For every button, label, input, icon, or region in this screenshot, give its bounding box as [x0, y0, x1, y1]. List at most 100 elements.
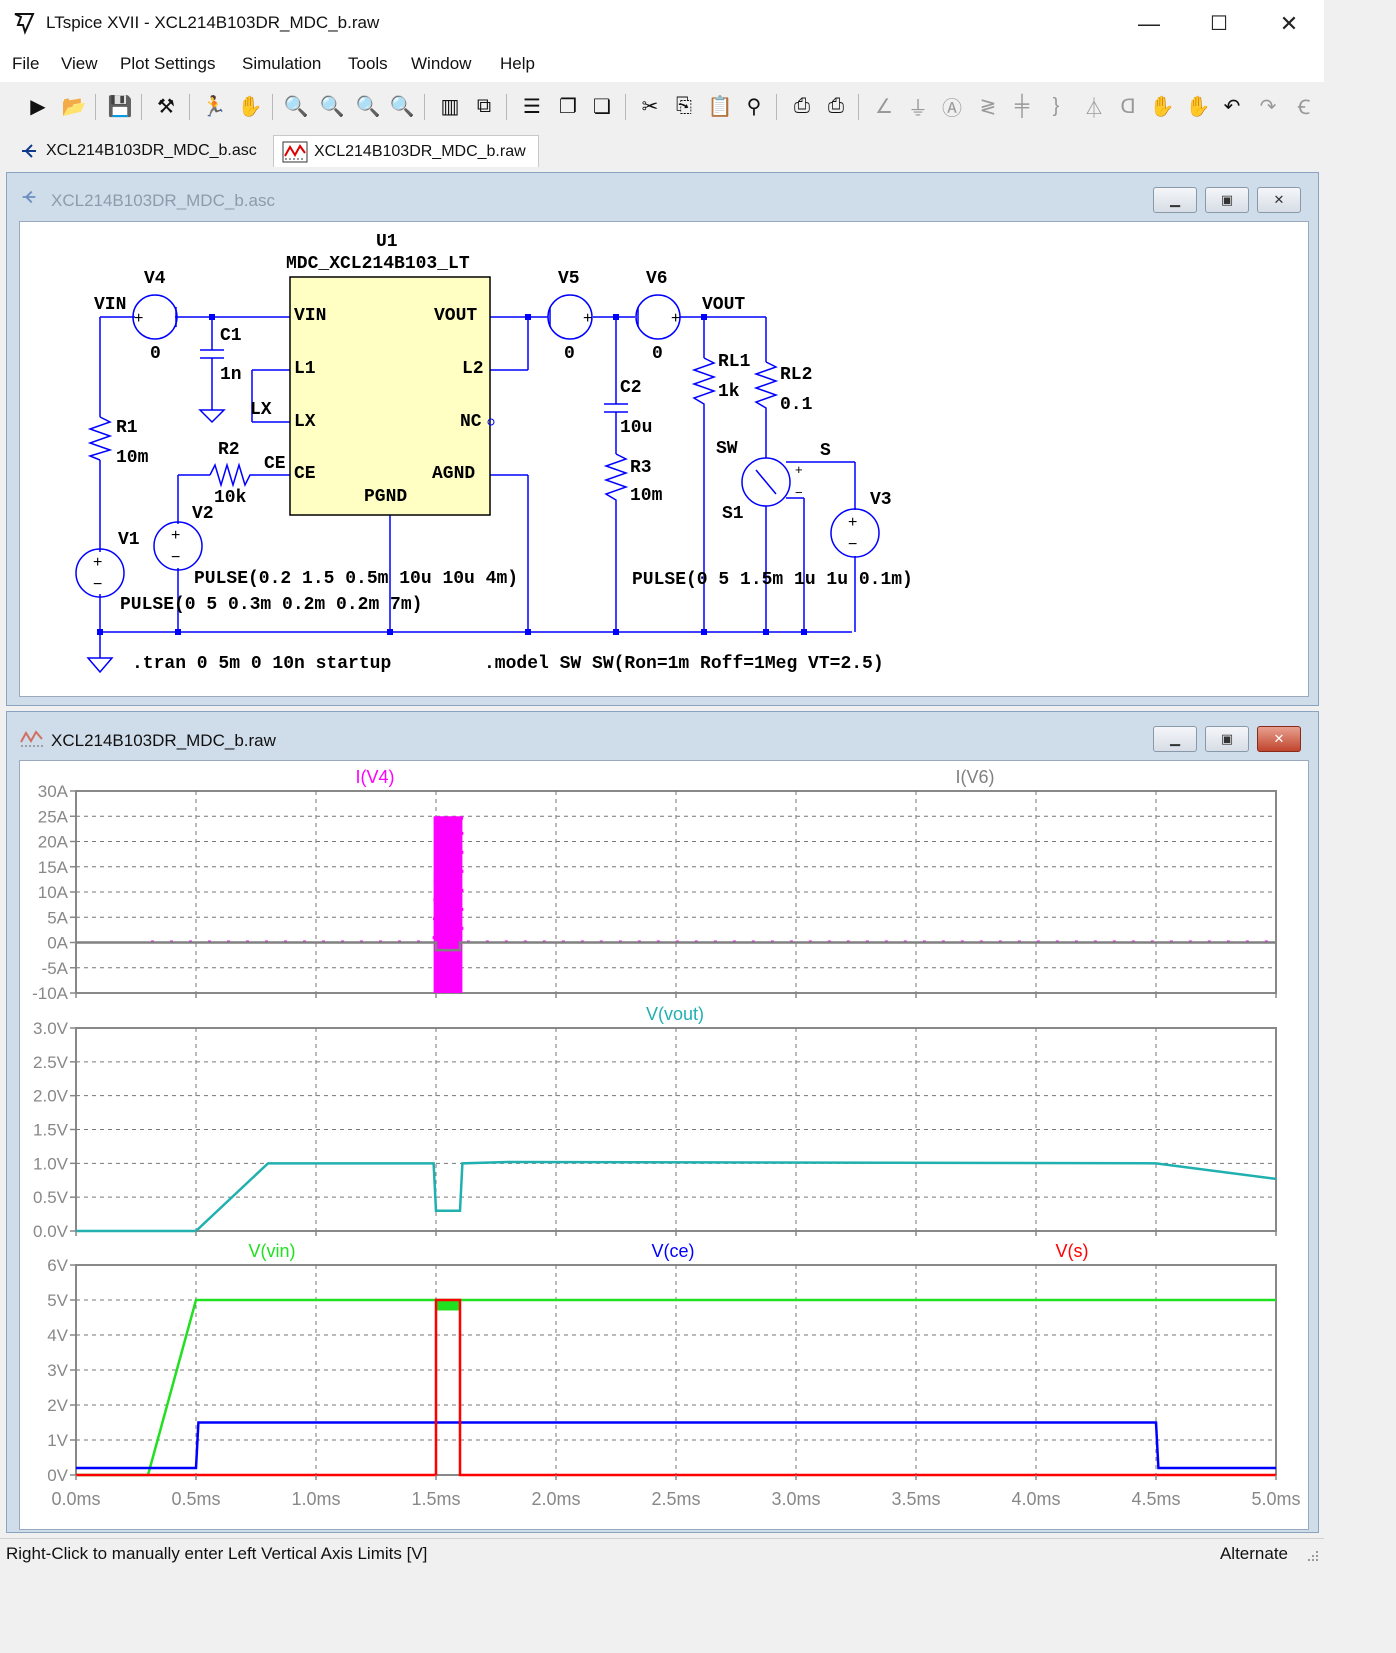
resistor-icon[interactable]: ≷ — [974, 92, 1002, 120]
save-icon[interactable]: 💾 — [106, 92, 134, 120]
waveform-close-button[interactable]: ✕ — [1257, 726, 1301, 752]
autorange-icon[interactable]: ▥ — [436, 92, 464, 120]
v4-value: 0 — [150, 344, 161, 364]
y-tick-label: 15A — [38, 858, 69, 877]
x-tick-label: 0.0ms — [51, 1489, 100, 1509]
y-tick-label: 1.5V — [33, 1121, 69, 1140]
undo-icon[interactable]: ↶ — [1218, 92, 1246, 120]
pin-label-nc: NC — [460, 412, 482, 432]
tab-waveform[interactable]: XCL214B103DR_MDC_b.raw — [273, 135, 539, 167]
label-net-icon[interactable]: Ⓐ — [938, 92, 966, 120]
waveform-canvas[interactable]: 30A 25A 20A 15A 10A 5A 0A -5A -10A I(V4) I(V6) 3.0V… — [19, 760, 1309, 1530]
v1-label: V1 — [118, 530, 140, 550]
schematic-restore-button[interactable]: ▣ — [1205, 187, 1249, 213]
ltspice-logo-icon — [14, 13, 35, 35]
maximize-button[interactable]: ☐ — [1184, 0, 1254, 48]
tab-label: XCL214B103DR_MDC_b.raw — [314, 142, 526, 160]
zoom-fit-icon[interactable]: 🔍 — [388, 92, 416, 120]
new-schematic-icon[interactable]: ▶ — [24, 92, 52, 120]
text-icon[interactable]: Ꞓ — [1290, 92, 1318, 120]
resize-grip-icon[interactable] — [1304, 1547, 1320, 1563]
draw-wire-icon[interactable]: ∠ — [870, 92, 898, 120]
control-panel-icon[interactable]: ⚒ — [152, 92, 180, 120]
x-tick-label: 5.0ms — [1251, 1489, 1300, 1509]
copy-icon[interactable]: ⎘ — [670, 92, 698, 120]
schematic-minimize-button[interactable]: ▁ — [1153, 187, 1197, 213]
zoom-pan-icon[interactable]: 🔍 — [318, 92, 346, 120]
y-tick-label: 1.0V — [33, 1154, 69, 1173]
menu-tools[interactable]: Tools — [348, 54, 388, 74]
v6-value: 0 — [652, 344, 663, 364]
find-binoculars-icon[interactable]: ⚲ — [740, 92, 768, 120]
toolbar-separator — [272, 94, 273, 120]
y-tick-label: 4V — [47, 1326, 68, 1345]
inductor-icon[interactable]: } — [1042, 92, 1070, 120]
menu-file[interactable]: File — [12, 54, 39, 74]
r1-value: 10m — [116, 448, 149, 468]
tab-label: XCL214B103DR_MDC_b.asc — [46, 142, 257, 159]
waveform-plot-area[interactable]: 30A 25A 20A 15A 10A 5A 0A -5A -10A I(V4) I(V6) 3.0V… — [20, 761, 1310, 1531]
c2-label: C2 — [620, 378, 642, 398]
menu-help[interactable]: Help — [500, 54, 535, 74]
zoom-out-icon[interactable]: 🔍 — [354, 92, 382, 120]
document-tabs: XCL214B103DR_MDC_b.asc XCL214B103DR_MDC_… — [0, 131, 1324, 169]
menu-simulation[interactable]: Simulation — [242, 54, 321, 74]
tile-horizontal-icon[interactable]: ☰ — [518, 92, 546, 120]
y-tick-label: 25A — [38, 807, 69, 826]
menu-view[interactable]: View — [61, 54, 98, 74]
diode-icon[interactable]: ⏃ — [1080, 92, 1108, 120]
menu-bar: File View Plot Settings Simulation Tools… — [0, 48, 1324, 82]
waveform-window-title: XCL214B103DR_MDC_b.raw — [51, 731, 276, 750]
close-button[interactable]: ✕ — [1254, 0, 1324, 48]
cascade-icon[interactable]: ❐ — [554, 92, 582, 120]
pin-label-lx: LX — [294, 412, 316, 432]
menu-plot-settings[interactable]: Plot Settings — [120, 54, 215, 74]
redo-icon[interactable]: ↷ — [1254, 92, 1282, 120]
open-folder-icon[interactable]: 📂 — [60, 92, 88, 120]
add-trace-icon[interactable]: ⧉ — [470, 92, 498, 120]
schematic-window-title: XCL214B103DR_MDC_b.asc — [51, 191, 275, 210]
r2-label: R2 — [218, 440, 240, 460]
v5-label: V5 — [558, 269, 580, 289]
run-icon[interactable]: 🏃 — [200, 92, 228, 120]
title-bar: LTspice XVII - XCL214B103DR_MDC_b.raw — … — [0, 0, 1324, 48]
waveform-restore-button[interactable]: ▣ — [1205, 726, 1249, 752]
ground-icon[interactable]: ⏚ — [904, 92, 932, 120]
v5-value: 0 — [564, 344, 575, 364]
y-tick-label: 10A — [38, 883, 69, 902]
close-all-icon[interactable]: ❏ — [588, 92, 616, 120]
component-icon[interactable]: ᗡ — [1114, 92, 1142, 120]
schematic-canvas[interactable]: + + + + − + − + − + − U1 MDC_XCL214B103_… — [19, 221, 1309, 697]
halt-hand-icon[interactable]: ✋ — [236, 92, 264, 120]
drag-hand-icon[interactable]: ✋ — [1184, 92, 1212, 120]
y-tick-label: 0.0V — [33, 1222, 69, 1241]
minimize-button[interactable]: — — [1114, 0, 1184, 48]
net-label-lx: LX — [250, 400, 272, 420]
paste-icon[interactable]: 📋 — [706, 92, 734, 120]
cut-icon[interactable]: ✂ — [636, 92, 664, 120]
tab-schematic[interactable]: XCL214B103DR_MDC_b.asc — [10, 135, 272, 167]
print-icon[interactable]: ⎙ — [822, 92, 850, 120]
zoom-in-icon[interactable]: 🔍 — [282, 92, 310, 120]
v1-pulse-spec: PULSE(0 5 0.3m 0.2m 0.2m 7m) — [120, 595, 423, 615]
rl2-value: 0.1 — [780, 395, 813, 415]
r2-value: 10k — [214, 488, 247, 508]
x-tick-label: 1.5ms — [411, 1489, 460, 1509]
toolbar-separator — [858, 94, 859, 120]
y-tick-label: 3V — [47, 1361, 68, 1380]
c2-value: 10u — [620, 418, 653, 438]
capacitor-icon[interactable]: ╪ — [1008, 92, 1036, 120]
schematic-close-button[interactable]: ✕ — [1257, 187, 1301, 213]
net-label-s: S — [820, 441, 831, 461]
print-setup-icon[interactable]: ⎙ — [788, 92, 816, 120]
rl1-label: RL1 — [718, 352, 751, 372]
c1-value: 1n — [220, 365, 242, 385]
waveform-minimize-button[interactable]: ▁ — [1153, 726, 1197, 752]
legend-label: I(V4) — [355, 767, 394, 787]
pin-label-vout: VOUT — [434, 306, 478, 326]
x-tick-label: 1.0ms — [291, 1489, 340, 1509]
y-tick-label: 5A — [47, 908, 68, 927]
move-hand-icon[interactable]: ✋ — [1148, 92, 1176, 120]
menu-window[interactable]: Window — [411, 54, 471, 74]
y-tick-label: 0V — [47, 1466, 68, 1485]
